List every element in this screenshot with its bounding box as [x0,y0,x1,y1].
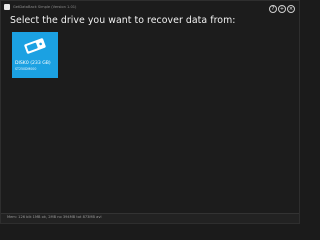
status-bar: Mem: 126 blk 1MB ok, 2MB no 394MB tot 87… [1,213,299,223]
help-button[interactable]: ? [269,5,277,13]
window-title: GetDataBack Simple (Version 1.01) [13,5,77,9]
drive-tile-disk0[interactable]: DISK0 (233 GB) ST250DM000 [12,32,58,78]
app-icon [4,4,10,10]
status-text: Mem: 126 blk 1MB ok, 2MB no 394MB tot 87… [7,215,102,219]
page-title: Select the drive you want to recover dat… [10,15,236,26]
title-bar: GetDataBack Simple (Version 1.01) ? + × [1,1,299,13]
drive-name: DISK0 (233 GB) [15,61,51,66]
hard-drive-icon [24,38,46,54]
close-button[interactable]: × [287,5,295,13]
drive-model: ST250DM000 [15,67,37,71]
window-controls: ? + × [269,5,295,13]
maximize-button[interactable]: + [278,5,286,13]
app-window: GetDataBack Simple (Version 1.01) ? + × … [0,0,300,224]
